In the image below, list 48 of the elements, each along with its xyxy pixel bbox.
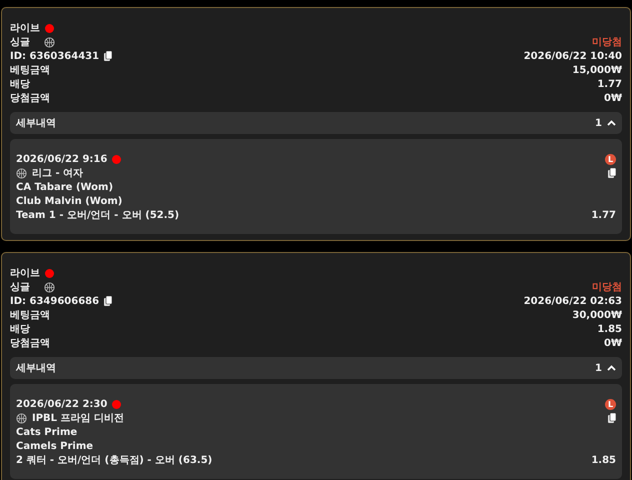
away-team: Club Malvin (Wom) — [16, 196, 122, 206]
home-team: Cats Prime — [16, 426, 78, 438]
copy-icon[interactable] — [104, 296, 112, 306]
match-time: 2026/06/22 9:16 — [16, 154, 108, 164]
bet-mode: 라이브 — [10, 22, 40, 35]
field-value: 30,000₩ — [572, 310, 622, 320]
field-label: 베팅금액 — [10, 64, 50, 77]
copy-icon[interactable] — [104, 51, 112, 61]
details-toggle[interactable]: 세부내역 1 — [10, 112, 622, 134]
field-value: 0₩ — [604, 92, 622, 104]
market-name: Team 1 - 오버/언더 - 오버 (52.5) — [16, 209, 180, 222]
chevron-up-icon — [607, 365, 616, 371]
bet-status: 미당첨 — [592, 36, 622, 49]
field-label: 배당 — [10, 323, 30, 336]
bet-type: 싱글 — [10, 281, 30, 294]
market-name: 2 쿼터 - 오버/언더 (총득점) - 오버 (63.5) — [16, 454, 212, 467]
selection-odds: 1.85 — [591, 454, 616, 466]
field-value: 1.77 — [597, 78, 622, 90]
basketball-icon — [16, 168, 27, 178]
bet-id: ID: 6349606686 — [10, 296, 100, 306]
match-time: 2026/06/22 2:30 — [16, 398, 108, 410]
live-badge: L — [605, 398, 616, 410]
field-value: 15,000₩ — [572, 64, 622, 76]
league-name: IPBL 프라임 디비전 — [32, 412, 124, 425]
bet-date: 2026/06/22 02:63 — [524, 296, 622, 306]
bet-type: 싱글 — [10, 36, 30, 49]
bet-id: ID: 6360364431 — [10, 50, 100, 62]
bet-date: 2026/06/22 10:40 — [524, 50, 622, 62]
field-label: 당첨금액 — [10, 337, 50, 350]
bet-mode: 라이브 — [10, 267, 40, 280]
home-team: CA Tabare (Wom) — [16, 182, 114, 192]
basketball-icon — [44, 36, 55, 48]
field-label: 당첨금액 — [10, 92, 50, 105]
field-value: 1.85 — [597, 324, 622, 334]
copy-icon[interactable] — [608, 413, 616, 423]
basketball-icon — [44, 282, 55, 292]
live-badge: L — [605, 154, 616, 164]
away-team: Camels Prime — [16, 440, 94, 452]
details-toggle[interactable]: 세부내역 1 — [10, 357, 622, 379]
bet-status: 미당첨 — [592, 281, 622, 294]
field-value: 0₩ — [604, 338, 622, 348]
league-name: 리그 - 여자 — [32, 167, 84, 180]
chevron-up-icon — [607, 120, 616, 126]
field-label: 배당 — [10, 78, 30, 91]
selection-odds: 1.77 — [591, 210, 616, 220]
basketball-icon — [16, 412, 27, 424]
copy-icon[interactable] — [608, 168, 616, 178]
field-label: 베팅금액 — [10, 309, 50, 322]
